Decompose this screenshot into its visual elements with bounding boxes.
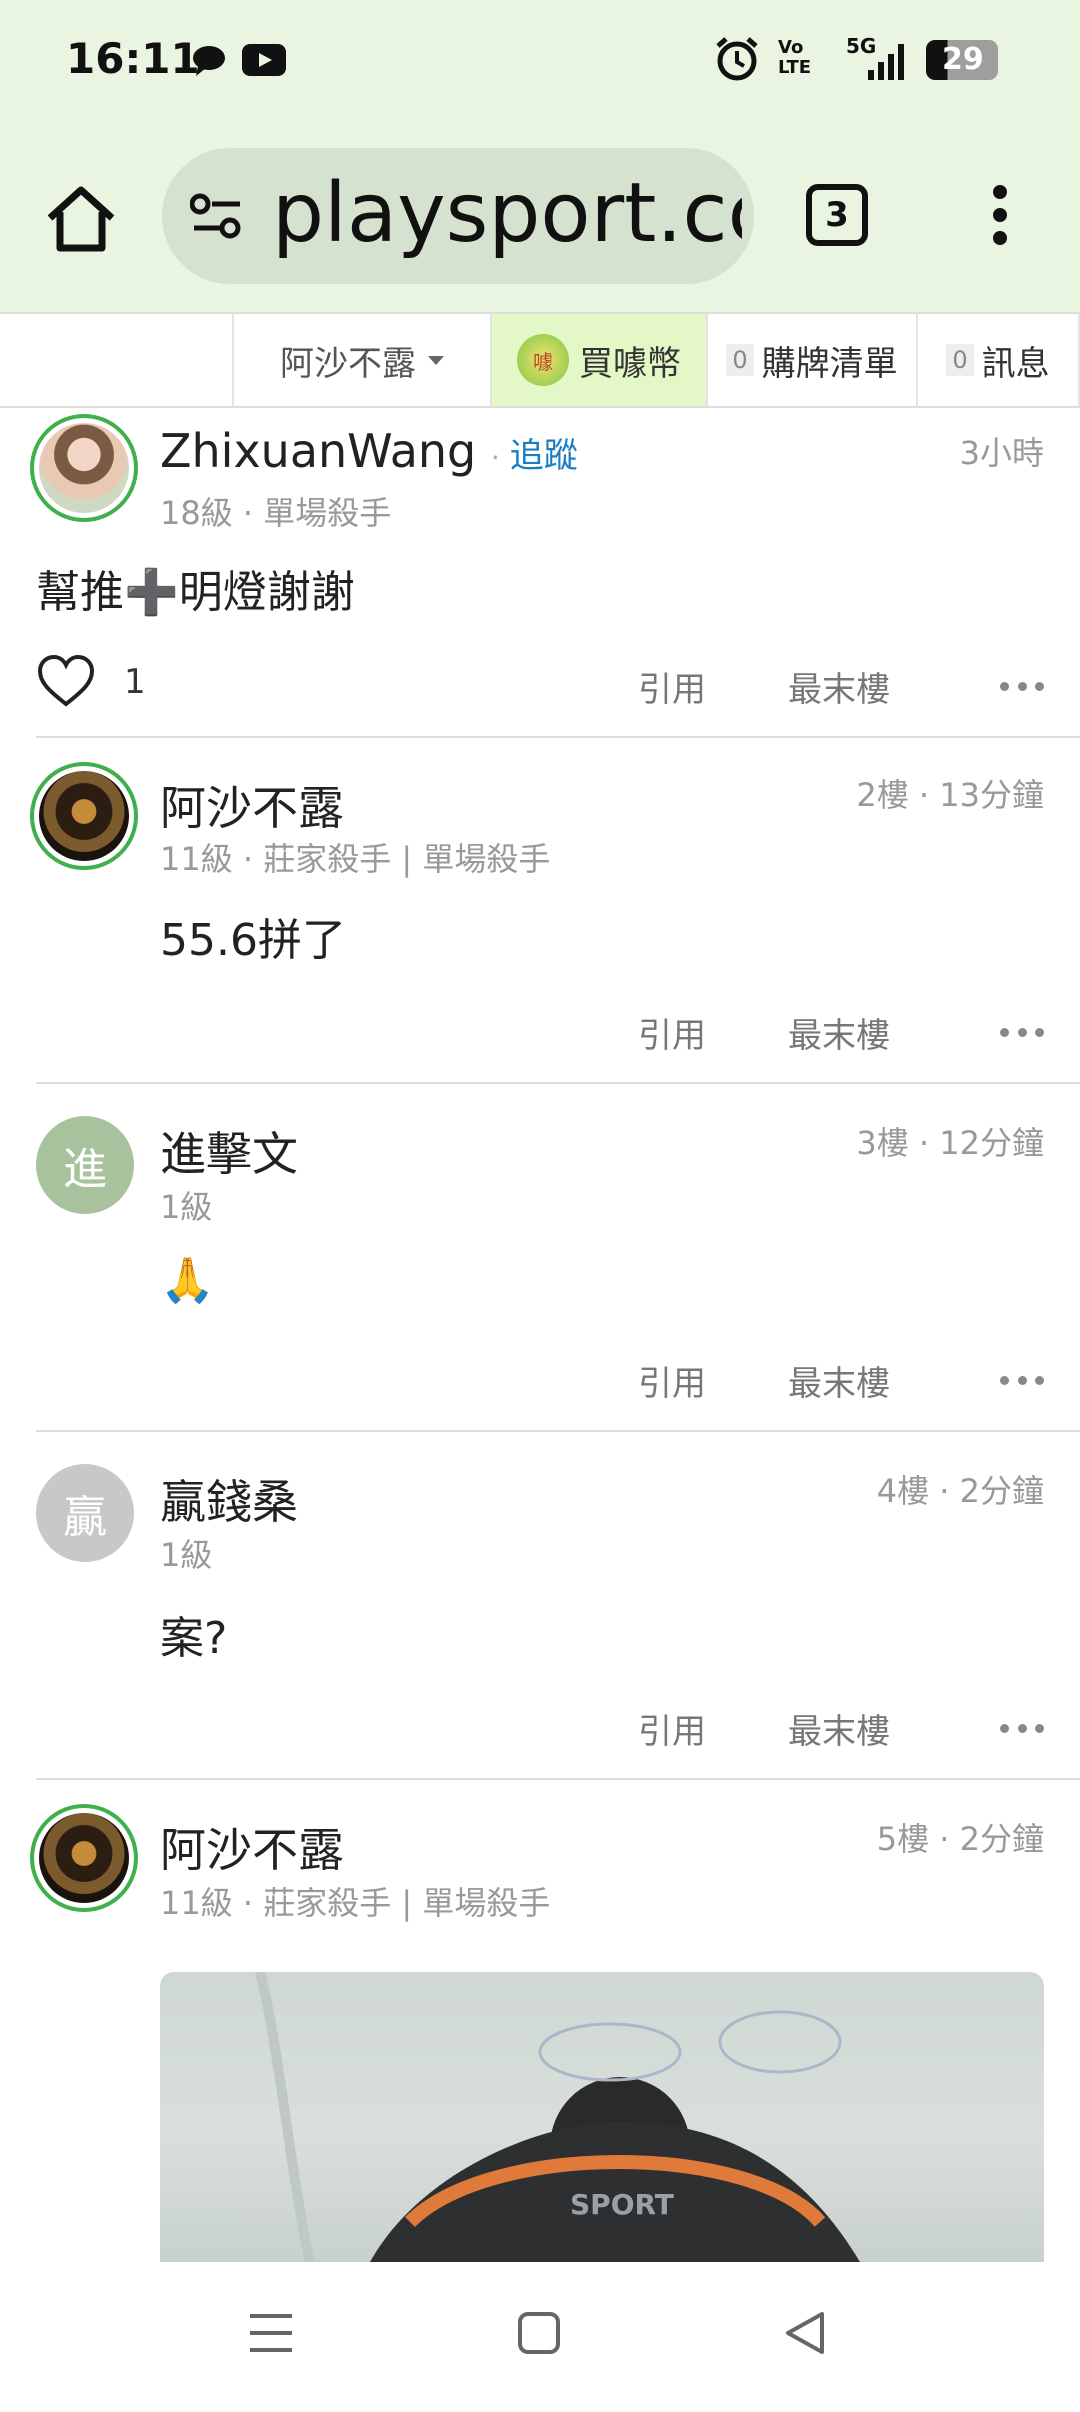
post-divider	[36, 1082, 1080, 1084]
browser-chrome: 16:11 Vo LTE 5G 29 playsport.cc 3	[0, 0, 1080, 312]
post-time: 3樓 · 12分鐘	[856, 1124, 1044, 1162]
alarm-icon	[716, 37, 758, 81]
recent-apps-icon[interactable]	[246, 2308, 296, 2358]
avatar[interactable]	[30, 1804, 138, 1912]
post-time: 2樓 · 13分鐘	[856, 776, 1044, 814]
more-icon[interactable]	[1000, 1724, 1044, 1736]
messages-count: 0	[946, 344, 974, 376]
purchase-list-label: 購牌清單	[761, 343, 898, 384]
purchase-list-link[interactable]: 0 購牌清單	[706, 314, 916, 406]
user-dropdown[interactable]: 阿沙不露	[232, 314, 490, 406]
photo-text: SPORT	[570, 2188, 674, 2221]
post-time: 4樓 · 2分鐘	[876, 1472, 1044, 1510]
post-item: 贏 贏錢桑 1級 4樓 · 2分鐘 案? 引用 最末樓	[0, 1434, 1080, 1782]
caret-down-icon	[428, 355, 444, 365]
back-icon[interactable]	[780, 2308, 830, 2358]
author-name[interactable]: 贏錢桑	[160, 1466, 298, 1532]
battery-icon: 29	[926, 40, 998, 80]
system-nav-bar	[0, 2262, 1080, 2412]
author-level: 11級 · 莊家殺手 | 單場殺手	[160, 1884, 551, 1922]
more-icon[interactable]	[1000, 1028, 1044, 1040]
volte-indicator: Vo LTE	[778, 37, 812, 78]
author-level: 18級 · 單場殺手	[160, 494, 392, 532]
post-time: 5樓 · 2分鐘	[876, 1820, 1044, 1858]
buy-coin-button[interactable]: 噱 買噱幣	[490, 314, 706, 406]
battery-level: 29	[942, 42, 984, 77]
author-name[interactable]: 阿沙不露	[160, 1814, 344, 1880]
avatar[interactable]: 進	[36, 1116, 134, 1214]
more-icon[interactable]	[1000, 1376, 1044, 1388]
post-content: 🙏	[160, 1255, 215, 1306]
status-bar: 16:11 Vo LTE 5G 29	[0, 0, 1080, 120]
site-settings-icon[interactable]	[190, 192, 244, 242]
follow-link[interactable]: 追蹤	[510, 436, 578, 476]
post-divider	[36, 1778, 1080, 1780]
last-floor-button[interactable]: 最末樓	[788, 1008, 890, 1057]
purchase-list-count: 0	[726, 344, 754, 376]
avatar[interactable]: 贏	[36, 1464, 134, 1562]
author-level: 1級	[160, 1536, 213, 1574]
author-name[interactable]: ZhixuanWang	[160, 424, 476, 478]
post-author[interactable]: ZhixuanWang · 追蹤	[160, 424, 578, 478]
author-name[interactable]: 阿沙不露	[160, 772, 344, 838]
buy-coin-label: 買噱幣	[579, 343, 681, 384]
like-count: 1	[124, 662, 146, 702]
user-dropdown-label: 阿沙不露	[280, 343, 416, 384]
last-floor-button[interactable]: 最末樓	[788, 662, 890, 711]
avatar[interactable]	[30, 414, 138, 522]
quote-button[interactable]: 引用	[638, 1704, 706, 1753]
post-item: 進 進擊文 1級 3樓 · 12分鐘 🙏 引用 最末樓	[0, 1086, 1080, 1434]
quote-button[interactable]: 引用	[638, 1356, 706, 1405]
home-icon[interactable]	[40, 178, 122, 260]
post-image[interactable]: SPORT	[160, 1972, 1044, 2262]
more-icon[interactable]	[1000, 682, 1044, 694]
quote-button[interactable]: 引用	[638, 1008, 706, 1057]
site-nav: 阿沙不露 噱 買噱幣 0 購牌清單 0 訊息	[0, 312, 1080, 408]
avatar[interactable]	[30, 762, 138, 870]
chat-notification-icon	[193, 46, 225, 76]
post-content: 幫推➕明燈謝謝	[36, 567, 355, 618]
address-bar[interactable]: playsport.cc	[162, 148, 754, 284]
last-floor-button[interactable]: 最末樓	[788, 1356, 890, 1405]
coin-icon: 噱	[517, 334, 569, 386]
messages-link[interactable]: 0 訊息	[916, 314, 1080, 406]
watch-photo: SPORT	[255, 1972, 860, 2262]
status-time: 16:11	[66, 34, 200, 83]
signal-icon	[868, 44, 904, 80]
messages-label: 訊息	[981, 343, 1050, 384]
post-item: ZhixuanWang · 追蹤 18級 · 單場殺手 3小時 幫推➕明燈謝謝 1…	[0, 408, 1080, 738]
post-content: 案?	[160, 1613, 228, 1664]
author-level: 1級	[160, 1188, 213, 1226]
post-content: 55.6拼了	[160, 915, 346, 966]
heart-icon[interactable]	[36, 654, 96, 708]
quote-button[interactable]: 引用	[638, 662, 706, 711]
home-nav-icon[interactable]	[514, 2308, 564, 2358]
post-item: 阿沙不露 11級 · 莊家殺手 | 單場殺手 2樓 · 13分鐘 55.6拼了 …	[0, 738, 1080, 1086]
youtube-notification-icon	[242, 44, 286, 76]
url-text[interactable]: playsport.cc	[272, 166, 742, 261]
post-time: 3小時	[959, 434, 1044, 472]
author-level: 11級 · 莊家殺手 | 單場殺手	[160, 840, 551, 878]
browser-menu-button[interactable]	[980, 180, 1020, 260]
last-floor-button[interactable]: 最末樓	[788, 1704, 890, 1753]
author-name[interactable]: 進擊文	[160, 1118, 298, 1184]
tab-switcher-button[interactable]: 3	[806, 184, 868, 246]
post-divider	[36, 1430, 1080, 1432]
